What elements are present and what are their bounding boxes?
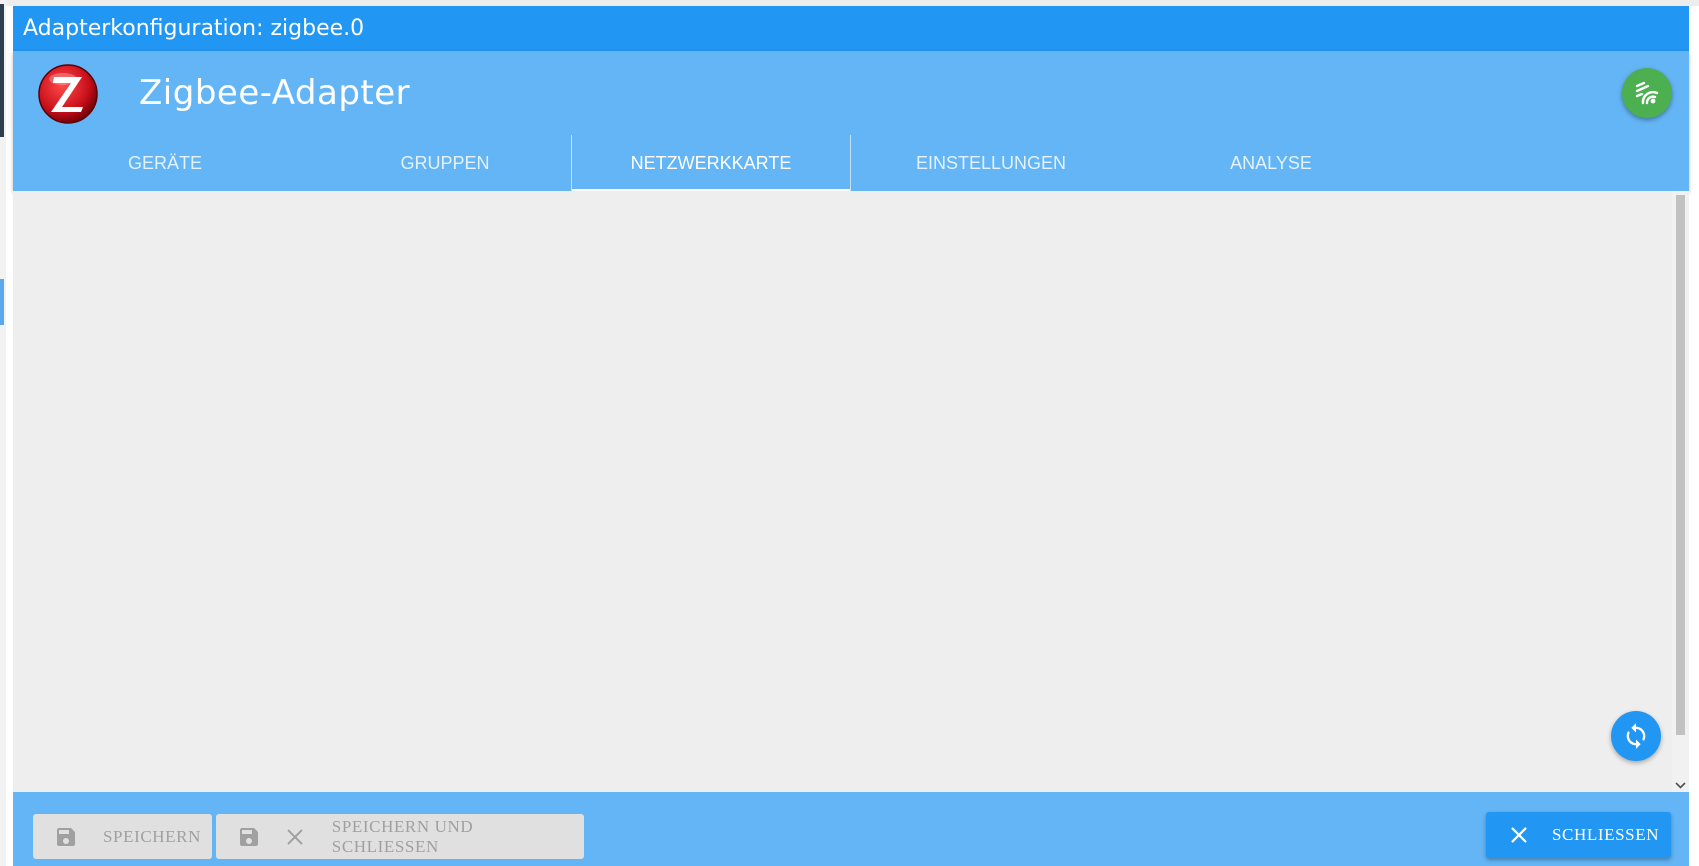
network-map-canvas[interactable] — [13, 191, 1672, 792]
tab-bar: GERÄTE GRUPPEN NETZWERKKARTE EINSTELLUNG… — [13, 135, 1689, 191]
save-button-label: SPEICHERN — [103, 826, 201, 846]
tab-einstellungen[interactable]: EINSTELLUNGEN — [851, 135, 1131, 191]
scroll-down-arrow-icon[interactable] — [1674, 776, 1687, 789]
floppy-disk-icon — [236, 825, 262, 849]
close-icon — [1506, 824, 1532, 846]
refresh-map-button[interactable] — [1611, 711, 1661, 761]
zigbee-logo-icon — [37, 63, 99, 125]
content-scrollbar[interactable] — [1672, 191, 1689, 792]
adapter-title: Zigbee-Adapter — [139, 73, 411, 113]
refresh-icon — [1622, 722, 1650, 750]
dialog-title: Adapterkonfiguration: zigbee.0 — [23, 16, 365, 41]
close-icon — [282, 826, 308, 848]
tab-analyse[interactable]: ANALYSE — [1131, 135, 1411, 191]
close-button[interactable]: SCHLIESSEN — [1486, 812, 1671, 858]
adapter-header: Zigbee-Adapter GERÄTE GRUPPEN NETZWERKKA… — [13, 51, 1689, 191]
adapter-config-dialog: Adapterkonfiguration: zigbee.0 Zigbee-Ad… — [13, 6, 1689, 866]
tab-gruppen[interactable]: GRUPPEN — [305, 135, 585, 191]
connection-status-button[interactable] — [1622, 68, 1672, 118]
save-and-close-button-label: SPEICHERN UND SCHLIESSEN — [331, 816, 474, 856]
scrollbar-thumb[interactable] — [1676, 195, 1685, 735]
tab-geraete[interactable]: GERÄTE — [25, 135, 305, 191]
background-window-highlight — [0, 279, 4, 325]
save-and-close-button[interactable]: SPEICHERN UND SCHLIESSEN — [216, 814, 584, 859]
close-button-label: SCHLIESSEN — [1552, 825, 1660, 844]
save-button[interactable]: SPEICHERN — [33, 814, 212, 859]
background-window-sliver — [0, 4, 4, 137]
wireless-signal-icon — [1633, 79, 1661, 107]
floppy-disk-icon — [53, 825, 79, 849]
tab-netzwerkkarte[interactable]: NETZWERKKARTE — [571, 135, 851, 191]
dialog-footer: SPEICHERN SPEICHERN UND SCHLIESSEN SCHLI… — [13, 792, 1689, 866]
dialog-titlebar: Adapterkonfiguration: zigbee.0 — [13, 6, 1689, 51]
